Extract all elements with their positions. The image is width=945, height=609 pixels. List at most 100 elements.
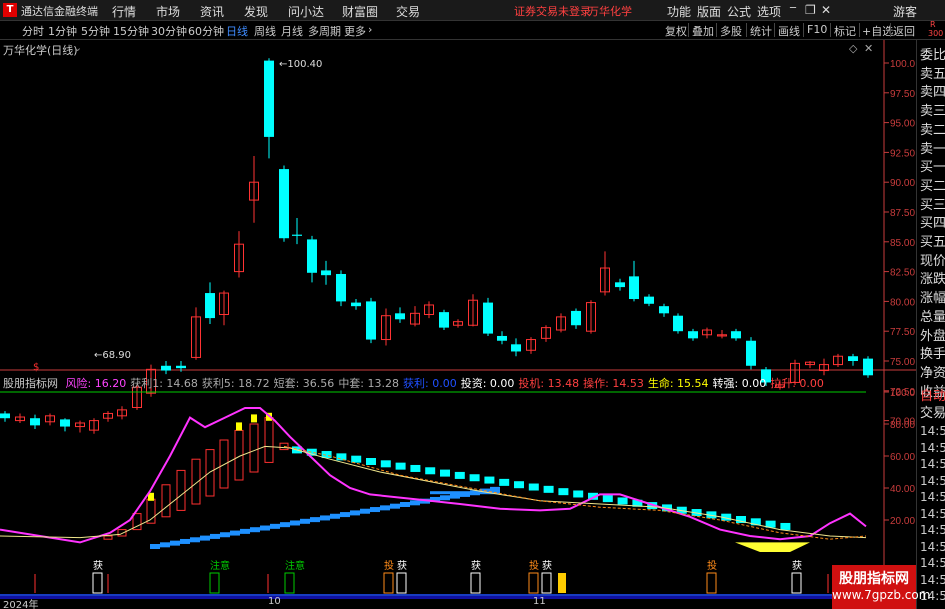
sidebar-item[interactable]: 现价	[920, 250, 945, 269]
menu-zixun[interactable]: 资讯	[200, 3, 224, 20]
blue-step	[370, 507, 380, 513]
yellow-marker	[251, 414, 257, 423]
kline-chart[interactable]: 注意 注意获获获获获投投投 100.097.5095.0092.5090.0087…	[0, 40, 916, 609]
btn-back[interactable]: 返回	[893, 23, 915, 39]
sidebar-item[interactable]: 买五	[920, 231, 945, 250]
signal-box	[470, 572, 481, 594]
candle-body	[264, 60, 274, 137]
guest-label[interactable]: 游客	[893, 3, 917, 20]
sidebar-item[interactable]: 外盘	[920, 325, 945, 344]
chevron-right-icon[interactable]: ›	[368, 23, 372, 36]
watermark-badge[interactable]: 股朋指标网 www.7gpzb.com	[832, 565, 931, 609]
sidebar-item[interactable]: 涨跌	[920, 268, 945, 287]
period-60min[interactable]: 60分钟	[188, 23, 224, 39]
menu-gongshi[interactable]: 公式	[727, 3, 751, 20]
btn-tongji[interactable]: 统计	[750, 23, 772, 39]
period-more[interactable]: 更多	[344, 23, 366, 39]
period-1min[interactable]: 1分钟	[48, 23, 77, 39]
indicator-tick-label: 20.00	[890, 516, 915, 527]
candle-body	[321, 270, 331, 276]
menu-hangqing[interactable]: 行情	[112, 3, 136, 20]
indicator-value: 拉升: 0.00	[770, 377, 824, 390]
cyan-bar	[528, 483, 539, 491]
trade-time: 14:56	[920, 440, 945, 455]
menu-shichang[interactable]: 市场	[156, 3, 180, 20]
indicator-value: 投机: 13.48	[518, 377, 580, 390]
indicator-bar	[205, 449, 215, 497]
btn-f10[interactable]: F10	[807, 23, 827, 36]
price-tick-label: 97.50	[890, 89, 915, 100]
minimize-icon[interactable]: ─	[790, 3, 796, 14]
menu-jiaoyi[interactable]: 交易	[396, 3, 420, 20]
menu-gongneng[interactable]: 功能	[667, 3, 691, 20]
date-year: 2024年	[3, 600, 39, 609]
cyan-bar	[366, 458, 376, 465]
blue-step	[160, 542, 170, 548]
sidebar-item[interactable]: 卖四	[920, 81, 945, 100]
period-monthly[interactable]: 月线	[281, 23, 303, 39]
sidebar-item[interactable]: 委比	[920, 44, 945, 63]
period-fenshi[interactable]: 分时	[22, 23, 44, 39]
indicator-tick-label: 60.00	[890, 452, 915, 463]
cyan-bar	[484, 476, 495, 484]
candle-body	[205, 293, 215, 319]
period-30min[interactable]: 30分钟	[151, 23, 187, 39]
indicator-tick-label: 80.00	[890, 420, 915, 431]
trade-time: 14:56	[920, 473, 945, 488]
menu-wenxiaoda[interactable]: 问小达	[288, 3, 324, 20]
sidebar-item[interactable]: 卖二	[920, 119, 945, 138]
period-weekly[interactable]: 周线	[254, 23, 276, 39]
menu-faxian[interactable]: 发现	[244, 3, 268, 20]
cyan-bar	[573, 490, 584, 498]
sidebar-item[interactable]: 买二	[920, 175, 945, 194]
signal-fill	[558, 573, 566, 593]
btn-fuquan[interactable]: 复权	[665, 23, 687, 39]
sidebar-item[interactable]: 换手	[920, 343, 945, 362]
blue-step	[360, 508, 370, 514]
sidebar-item[interactable]: 卖一	[920, 138, 945, 157]
candle-body	[395, 313, 405, 320]
btn-biaoji[interactable]: 标记	[834, 23, 856, 39]
auto-trade-item[interactable]: 交易	[920, 402, 945, 421]
sidebar-item[interactable]: 买四	[920, 212, 945, 231]
watermark-title: 股朋指标网	[839, 571, 909, 587]
sidebar-item[interactable]: 涨幅	[920, 287, 945, 306]
btn-huaxian[interactable]: 画线	[778, 23, 800, 39]
period-daily[interactable]: 日线	[226, 23, 248, 39]
btn-add-watchlist[interactable]: +自选	[862, 23, 893, 39]
btn-duogu[interactable]: 多股	[720, 23, 742, 39]
blue-step	[260, 525, 270, 531]
sidebar-item[interactable]: 卖三	[920, 100, 945, 119]
menu-banmian[interactable]: 版面	[697, 3, 721, 20]
price-tick-label: 77.50	[890, 327, 915, 338]
candle-body	[673, 315, 683, 332]
low-price-label: ←68.90	[94, 350, 131, 361]
cyan-bar	[469, 474, 480, 482]
sidebar-item[interactable]: 买一	[920, 156, 945, 175]
menu-xuanxiang[interactable]: 选项	[757, 3, 781, 20]
close-icon[interactable]: ✕	[821, 3, 831, 17]
blue-step	[410, 500, 420, 506]
divider	[890, 23, 891, 37]
high-price-value: 100.40	[287, 59, 323, 70]
sidebar-item[interactable]: 净资	[920, 362, 945, 381]
cyan-bar	[425, 467, 436, 475]
period-5min[interactable]: 5分钟	[81, 23, 110, 39]
restore-icon[interactable]: ❐	[805, 3, 816, 17]
price-tick-label: 87.50	[890, 208, 915, 219]
indicator-title: 股朋指标网	[3, 377, 58, 390]
period-15min[interactable]: 15分钟	[113, 23, 149, 39]
watermark-url: www.7gpzb.com	[832, 588, 931, 602]
signal-label: 获	[471, 560, 481, 572]
sidebar-item[interactable]: 买三	[920, 194, 945, 213]
indicator-value: 生命: 15.54	[647, 377, 709, 390]
candle-body	[746, 340, 756, 366]
cyan-bar	[351, 455, 362, 463]
blue-step	[400, 502, 410, 507]
menu-caifuquan[interactable]: 财富圈	[342, 3, 378, 20]
sidebar-item[interactable]: 卖五	[920, 63, 945, 82]
period-multi[interactable]: 多周期	[308, 23, 341, 39]
sidebar-item[interactable]: 总量	[920, 306, 945, 325]
btn-diejia[interactable]: 叠加	[692, 23, 714, 39]
candle-body	[659, 306, 669, 314]
